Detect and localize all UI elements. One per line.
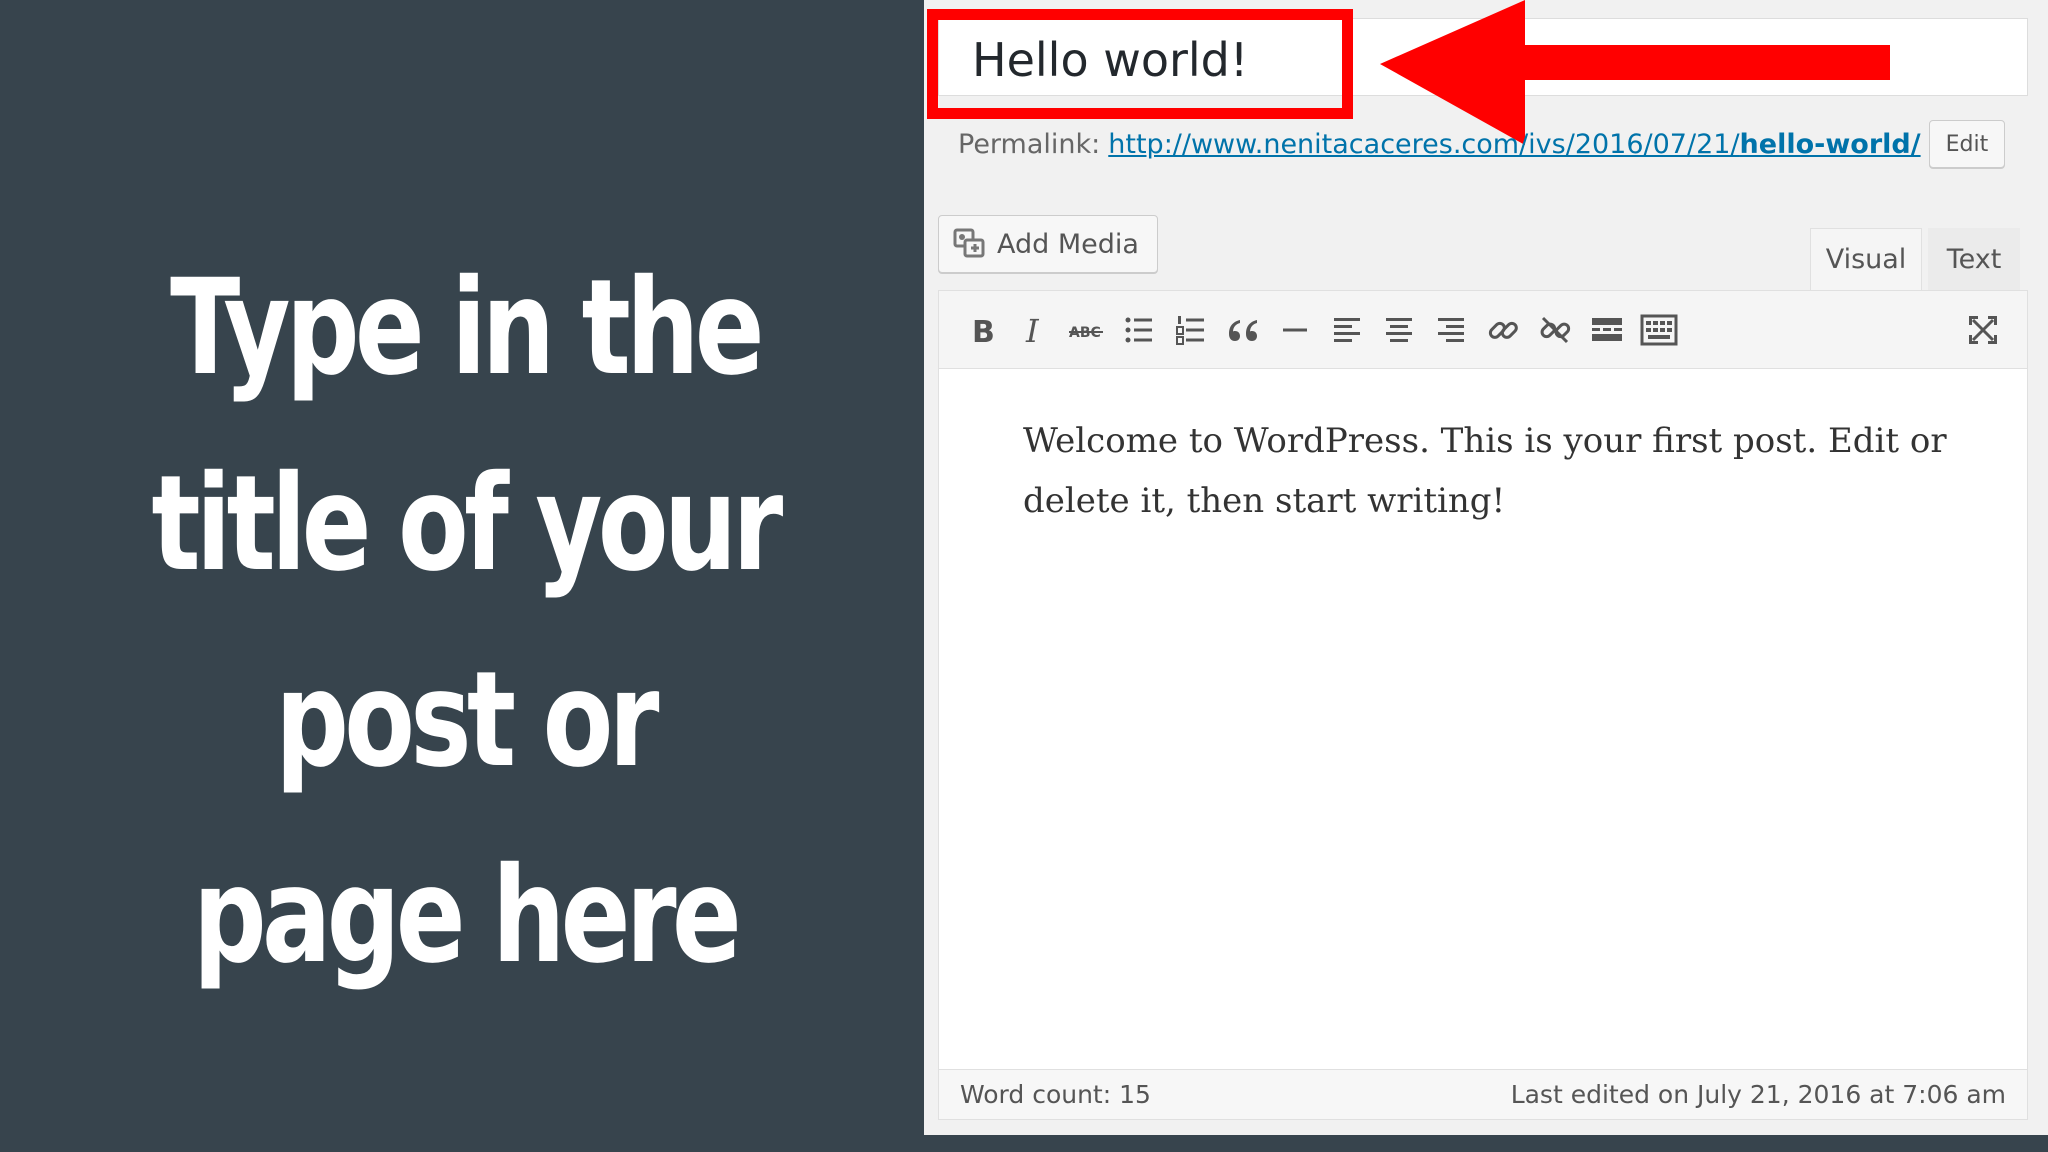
permalink-link[interactable]: http://www.nenitacaceres.com/ivs/2016/07… [1108, 129, 1920, 160]
editor-area: B I ABC [938, 290, 2028, 1120]
add-media-icon [953, 228, 985, 258]
permalink-label: Permalink: [958, 128, 1101, 160]
bottom-border-strip [924, 1135, 2048, 1152]
wordpress-editor-screenshot: Hello world! Permalink: http://www.nenit… [924, 0, 2048, 1135]
slide-headline: Type in the title of your post or page h… [151, 251, 783, 993]
edit-permalink-button[interactable]: Edit [1928, 120, 2006, 168]
tab-visual[interactable]: Visual [1810, 228, 1922, 290]
tab-text[interactable]: Text [1928, 228, 2020, 290]
bold-icon[interactable]: B [963, 310, 1003, 350]
svg-text:B: B [972, 315, 995, 347]
last-edited-text: Last edited on July 21, 2016 at 7:06 am [1510, 1080, 2006, 1109]
add-media-button[interactable]: Add Media [938, 215, 1158, 273]
add-media-label: Add Media [997, 228, 1139, 260]
permalink-row: Permalink: http://www.nenitacaceres.com/… [958, 120, 2006, 168]
editor-status-bar: Word count: 15 Last edited on July 21, 2… [939, 1069, 2027, 1119]
title-highlight-box [927, 9, 1353, 119]
post-content-area[interactable]: Welcome to WordPress. This is your first… [1023, 339, 1983, 531]
word-count: Word count: 15 [960, 1080, 1151, 1109]
slide-text-panel: Type in the title of your post or page h… [0, 0, 924, 1152]
